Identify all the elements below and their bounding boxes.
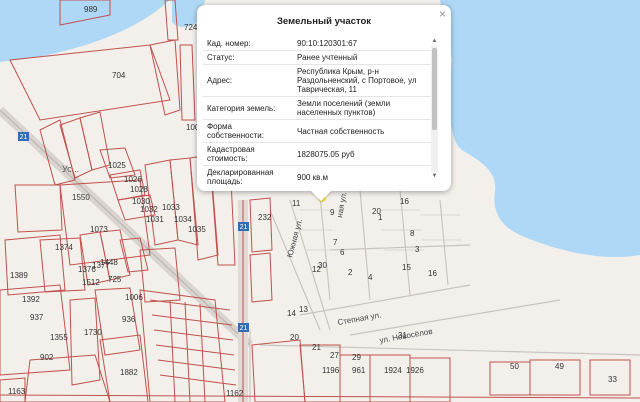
parcel-number: 3 (415, 245, 420, 254)
parcel-number: 1882 (120, 368, 138, 377)
row-value: Земли поселений (земли населенных пункто… (297, 99, 391, 117)
parcel-number: 20 (290, 333, 299, 342)
scroll-up-icon[interactable]: ▲ (431, 38, 438, 45)
parcel-number: 15 (402, 263, 411, 272)
parcel-number: 1550 (72, 193, 90, 202)
parcel-number: 1448 (100, 258, 118, 267)
row-key: Статус: (207, 53, 235, 62)
parcel-number: 1026 (124, 175, 142, 184)
parcel-number: 1032 (140, 205, 158, 214)
parcel-number: 6 (340, 248, 345, 257)
parcel-number: 12 (312, 265, 321, 274)
parcel-number: 2 (348, 268, 353, 277)
parcel-number: 31 (398, 331, 407, 340)
row-cadastral-value: Кадастровая стоимость: 1828075.05 руб (203, 143, 431, 166)
parcel-number: 704 (112, 71, 126, 80)
parcel-number: 1926 (406, 366, 424, 375)
parcel-number: 1355 (50, 333, 68, 342)
parcel-number: 1006 (125, 293, 143, 302)
parcel-number: 989 (84, 5, 98, 14)
highway-badge-mid: 21 (238, 222, 249, 231)
svg-text:21: 21 (240, 224, 248, 231)
parcel-number: 1512 (82, 278, 100, 287)
parcel-number: 232 (258, 213, 272, 222)
row-key: Адрес: (207, 76, 233, 85)
parcel-number: 936 (122, 315, 136, 324)
parcel-number: 13 (299, 305, 308, 314)
row-value: 900 кв.м (297, 172, 329, 182)
parcel-number: 1028 (130, 185, 148, 194)
parcel-number: 1392 (22, 295, 40, 304)
row-ownership: Форма собственности: Частная собственнос… (203, 120, 431, 143)
parcel-number: 33 (608, 375, 617, 384)
row-cadastral-number: Кад. номер: 90:10:120301:67 (203, 37, 431, 51)
parcel-number: 29 (352, 353, 361, 362)
parcel-number: 1374 (55, 243, 73, 252)
parcel-number: 49 (555, 362, 564, 371)
parcel-number: 1163 (8, 387, 26, 396)
parcel-number: 4 (368, 273, 373, 282)
parcel-number: 1162 (226, 389, 244, 398)
parcel-number: 21 (312, 343, 321, 352)
row-land-category: Категория земель: Земли поселений (земли… (203, 97, 431, 120)
parcel-number: 50 (510, 362, 519, 371)
row-value: Республика Крым, р-н Раздольненский, с П… (297, 67, 417, 94)
parcel-info-popup: × Земельный участок Кад. номер: 90:10:12… (197, 5, 451, 191)
parcel-number: 8 (410, 229, 415, 238)
parcel-number: 902 (40, 353, 54, 362)
parcel-number: 7 (333, 238, 338, 247)
parcel-number: 1 (378, 213, 383, 222)
row-key: Кад. номер: (207, 39, 251, 48)
row-key: Категория земель: (207, 103, 276, 113)
parcel-number: 9 (330, 208, 335, 217)
place-label: Ус... (62, 164, 79, 174)
parcel-number: 1389 (10, 271, 28, 280)
parcel-number: 16 (428, 269, 437, 278)
parcel-number: 1073 (90, 225, 108, 234)
highway-badge-low: 21 (238, 323, 249, 332)
scroll-thumb[interactable] (432, 48, 437, 130)
parcel-number: 1034 (174, 215, 192, 224)
parcel-number: 1031 (146, 215, 164, 224)
parcel-number: 27 (330, 351, 339, 360)
svg-text:21: 21 (240, 325, 248, 332)
parcel-number: 1035 (188, 225, 206, 234)
popup-pointer (310, 190, 332, 201)
parcel-number: 724 (184, 23, 198, 32)
row-value: 1828075.05 руб (297, 149, 355, 159)
row-key: Декларированная площадь: (207, 168, 274, 185)
row-declared-area: Декларированная площадь: 900 кв.м (203, 166, 431, 185)
parcel-number: 1924 (384, 366, 402, 375)
parcel-number: 11 (292, 199, 301, 208)
parcel-number: 14 (287, 309, 296, 318)
parcel-number: 1025 (108, 161, 126, 170)
parcel-number: 16 (400, 197, 409, 206)
popup-scrollbar[interactable]: ▲ ▼ (431, 38, 438, 180)
row-key: Кадастровая стоимость: (207, 145, 255, 163)
parcel-number: 1730 (84, 328, 102, 337)
row-value: Ранее учтенный (297, 53, 358, 62)
scroll-down-icon[interactable]: ▼ (431, 173, 438, 180)
row-address: Адрес: Республика Крым, р-н Раздольненск… (203, 65, 431, 97)
highway-badge-top: 21 (18, 132, 29, 141)
popup-info-table[interactable]: Кад. номер: 90:10:120301:67 Статус: Ране… (203, 37, 431, 185)
parcel-number: 961 (352, 366, 366, 375)
row-value: Частная собственность (297, 126, 385, 136)
parcel-number: 725 (108, 275, 122, 284)
parcel-number: 1196 (322, 366, 340, 375)
popup-title: Земельный участок (276, 16, 372, 27)
row-value: 90:10:120301:67 (297, 39, 358, 48)
row-key: Форма собственности: (207, 122, 264, 140)
svg-text:21: 21 (20, 134, 28, 141)
parcel-number: 1033 (162, 203, 180, 212)
row-status: Статус: Ранее учтенный (203, 51, 431, 65)
parcel-number: 937 (30, 313, 44, 322)
